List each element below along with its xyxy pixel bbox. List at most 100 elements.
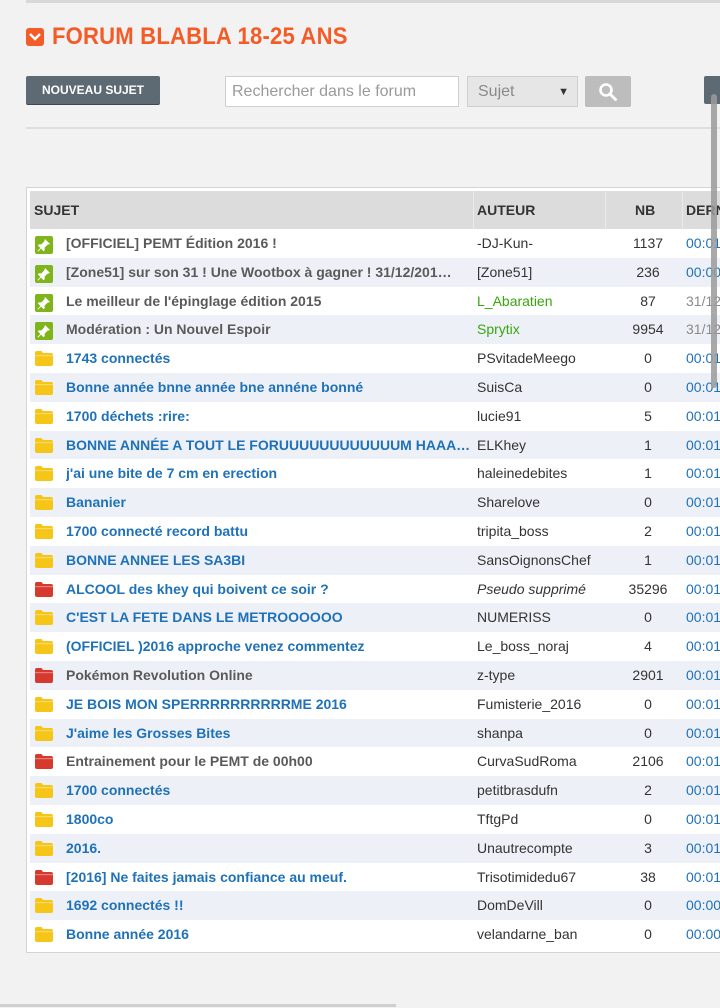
last-message-link[interactable]: 00:00	[686, 920, 720, 949]
topic-author[interactable]: SuisCa	[477, 373, 522, 402]
topic-author[interactable]: Trisotimidedu67	[477, 863, 576, 892]
topic-link[interactable]: 2016.	[66, 834, 474, 863]
last-message-link[interactable]: 00:01	[686, 488, 720, 517]
topic-author[interactable]: petitbrasdufn	[477, 776, 558, 805]
scrollbar[interactable]	[711, 94, 717, 388]
table-row[interactable]: Bananier Sharelove 0 00:01	[30, 488, 720, 517]
topic-author[interactable]: -DJ-Kun-	[477, 229, 533, 258]
topic-author[interactable]: z-type	[477, 661, 515, 690]
last-message-link[interactable]: 00:01	[686, 690, 720, 719]
table-row[interactable]: Bonne année 2016 velandarne_ban 0 00:00	[30, 920, 720, 949]
topic-author[interactable]: NUMERISS	[477, 603, 551, 632]
last-message-link[interactable]: 00:01	[686, 719, 720, 748]
topic-author[interactable]: Le_boss_noraj	[477, 632, 569, 661]
topic-link[interactable]: Pokémon Revolution Online	[66, 661, 474, 690]
topic-author[interactable]: DomDeVill	[477, 891, 543, 920]
table-row[interactable]: 1692 connectés !! DomDeVill 0 00:00	[30, 891, 720, 921]
topic-link[interactable]: BONNE ANNÉE A TOUT LE FORUUUUUUUUUUUUM H…	[66, 431, 474, 460]
topic-link[interactable]: 1700 connecté record battu	[66, 517, 474, 546]
topic-author[interactable]: haleinedebites	[477, 459, 567, 488]
last-message-link[interactable]: 00:01	[686, 747, 720, 776]
topic-link[interactable]: JE BOIS MON SPERRRRRRRRRRME 2016	[66, 690, 474, 719]
topic-author[interactable]: L_Abaratien	[477, 287, 553, 316]
table-row[interactable]: Modération : Un Nouvel Espoir Sprytix 9954…	[30, 315, 720, 345]
topic-link[interactable]: 1800co	[66, 805, 474, 834]
table-row[interactable]: Le meilleur de l'épinglage édition 2015 L…	[30, 287, 720, 316]
topic-link[interactable]: 1692 connectés !!	[66, 891, 474, 920]
topic-link[interactable]: j'ai une bite de 7 cm en erection	[66, 459, 474, 488]
table-row[interactable]: BONNE ANNEE LES SA3BI SansOignonsChef 1 00:…	[30, 545, 720, 575]
topic-author[interactable]: shanpa	[477, 719, 523, 748]
topic-author[interactable]: SansOignonsChef	[477, 546, 591, 575]
table-row[interactable]: BONNE ANNÉE A TOUT LE FORUUUUUUUUUUUUM H…	[30, 430, 720, 460]
topic-link[interactable]: C'EST LA FETE DANS LE METROOOOOO	[66, 603, 474, 632]
topic-link[interactable]: Bonne année 2016	[66, 920, 474, 949]
topic-link[interactable]: [OFFICIEL] PEMT Édition 2016 !	[66, 229, 474, 258]
topic-link[interactable]: Modération : Un Nouvel Espoir	[66, 315, 474, 344]
topic-link[interactable]: 1743 connectés	[66, 344, 474, 373]
table-row[interactable]: 1743 connectés PSvitadeMeego 0 00:01	[30, 344, 720, 373]
last-message-link[interactable]: 00:00	[686, 891, 720, 920]
topic-link[interactable]: [Zone51] sur son 31 ! Une Wootbox à gagn…	[66, 258, 474, 287]
topic-link[interactable]: Le meilleur de l'épinglage édition 2015	[66, 287, 474, 316]
topic-link[interactable]: 1700 connectés	[66, 776, 474, 805]
topic-author[interactable]: velandarne_ban	[477, 920, 577, 949]
last-message-link[interactable]: 00:01	[686, 805, 720, 834]
table-row[interactable]: 1700 déchets :rire: lucie91 5 00:01	[30, 402, 720, 431]
topic-link[interactable]: Bananier	[66, 488, 474, 517]
last-message-link[interactable]: 00:01	[686, 517, 720, 546]
topic-author[interactable]: lucie91	[477, 402, 521, 431]
table-row[interactable]: 1800co TftgPd 0 00:01	[30, 805, 720, 834]
topic-author[interactable]: Sprytix	[477, 315, 520, 344]
last-message-link[interactable]: 00:01	[686, 575, 720, 604]
last-message-link[interactable]: 00:01	[686, 603, 720, 632]
last-message-link[interactable]: 00:01	[686, 776, 720, 805]
topic-link[interactable]: J'aime les Grosses Bites	[66, 719, 474, 748]
topic-author[interactable]: [Zone51]	[477, 258, 532, 287]
search-button[interactable]	[585, 76, 631, 107]
topic-author[interactable]: TftgPd	[477, 805, 518, 834]
last-message-link[interactable]: 00:01	[686, 632, 720, 661]
topic-link[interactable]: ALCOOL des khey qui boivent ce soir ?	[66, 575, 474, 604]
table-row[interactable]: Pokémon Revolution Online z-type 2901 00:01	[30, 660, 720, 690]
topic-author[interactable]: CurvaSudRoma	[477, 747, 577, 776]
table-row[interactable]: ALCOOL des khey qui boivent ce soir ? Pse…	[30, 575, 720, 604]
table-row[interactable]: J'aime les Grosses Bites shanpa 0 00:01	[30, 718, 720, 748]
col-subject-header[interactable]: SUJET	[34, 191, 79, 229]
table-row[interactable]: [2016] Ne faites jamais confiance au meu…	[30, 863, 720, 892]
forum-search-input[interactable]	[225, 76, 459, 107]
table-row[interactable]: 1700 connecté record battu tripita_boss 2 0…	[30, 517, 720, 546]
topic-author[interactable]: Sharelove	[477, 488, 540, 517]
last-message-link[interactable]: 00:01	[686, 834, 720, 863]
table-row[interactable]: Entrainement pour le PEMT de 00h00 CurvaS…	[30, 747, 720, 776]
col-count-header[interactable]: NB	[635, 191, 655, 229]
chevron-down-icon[interactable]	[26, 28, 44, 46]
topic-link[interactable]: (OFFICIEL )2016 approche venez commentez	[66, 632, 474, 661]
topic-link[interactable]: Bonne année bnne année bne annéne bonné	[66, 373, 474, 402]
table-row[interactable]: 2016. Unautrecompte 3 00:01	[30, 833, 720, 863]
last-message-link[interactable]: 00:01	[686, 863, 720, 892]
topic-link[interactable]: BONNE ANNEE LES SA3BI	[66, 546, 474, 575]
topic-link[interactable]: [2016] Ne faites jamais confiance au meu…	[66, 863, 474, 892]
col-author-header[interactable]: AUTEUR	[477, 191, 535, 229]
topic-author[interactable]: Unautrecompte	[477, 834, 573, 863]
last-message-link[interactable]: 00:01	[686, 402, 720, 431]
last-message-link[interactable]: 00:01	[686, 431, 720, 460]
table-row[interactable]: (OFFICIEL )2016 approche venez commentez…	[30, 632, 720, 661]
table-row[interactable]: j'ai une bite de 7 cm en erection haleine…	[30, 459, 720, 488]
last-message-link[interactable]: 00:01	[686, 459, 720, 488]
search-scope-select[interactable]: Sujet ▼	[467, 76, 578, 107]
topic-link[interactable]: Entrainement pour le PEMT de 00h00	[66, 747, 474, 776]
table-row[interactable]: 1700 connectés petitbrasdufn 2 00:01	[30, 776, 720, 805]
topic-author[interactable]: PSvitadeMeego	[477, 344, 576, 373]
new-topic-button[interactable]: NOUVEAU SUJET	[26, 76, 160, 104]
topic-author[interactable]: tripita_boss	[477, 517, 549, 546]
table-row[interactable]: C'EST LA FETE DANS LE METROOOOOO NUMERISS…	[30, 603, 720, 633]
table-row[interactable]: JE BOIS MON SPERRRRRRRRRRME 2016 Fumister…	[30, 690, 720, 719]
table-row[interactable]: [OFFICIEL] PEMT Édition 2016 ! -DJ-Kun- 11…	[30, 229, 720, 258]
topic-author[interactable]: ELKhey	[477, 431, 526, 460]
last-message-link[interactable]: 00:01	[686, 661, 720, 690]
topic-author[interactable]: Fumisterie_2016	[477, 690, 581, 719]
last-message-link[interactable]: 00:01	[686, 546, 720, 575]
topic-link[interactable]: 1700 déchets :rire:	[66, 402, 474, 431]
